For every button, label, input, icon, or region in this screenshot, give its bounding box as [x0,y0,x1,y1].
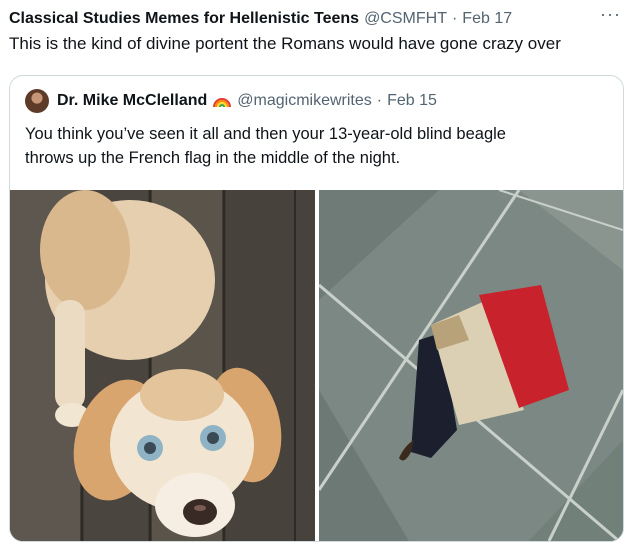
tweet-text: This is the kind of divine portent the R… [9,34,561,53]
quoted-tweet-text-line: throws up the French flag in the middle … [25,149,401,167]
quoted-tweet[interactable]: Dr. Mike McClelland @magicmikewrites · F… [9,75,624,542]
vomit-french-flag-photo[interactable] [319,190,623,541]
avatar[interactable] [25,89,49,113]
author-handle[interactable]: @CSMFHT [364,10,447,28]
separator: · [376,92,383,109]
rainbow-icon [213,94,232,108]
quoted-author-name[interactable]: Dr. Mike McClelland [57,92,207,110]
separator: · [451,10,458,27]
quoted-tweet-text-line: You think you’ve seen it all and then yo… [25,125,506,143]
quoted-author-handle[interactable]: @magicmikewrites [237,92,371,110]
outer-tweet-header: Classical Studies Memes for Hellenistic … [9,8,622,30]
quoted-tweet-date[interactable]: Feb 15 [387,92,437,110]
media-grid [10,190,623,541]
author-name[interactable]: Classical Studies Memes for Hellenistic … [9,10,359,28]
more-options-icon[interactable]: ··· [600,4,621,25]
beagle-photo[interactable] [10,190,315,541]
quoted-tweet-text: You think you’ve seen it all and then yo… [25,122,615,170]
tweet-card: Classical Studies Memes for Hellenistic … [0,0,631,544]
quoted-tweet-header: Dr. Mike McClelland @magicmikewrites · F… [25,88,437,114]
tweet-date[interactable]: Feb 17 [462,10,512,28]
